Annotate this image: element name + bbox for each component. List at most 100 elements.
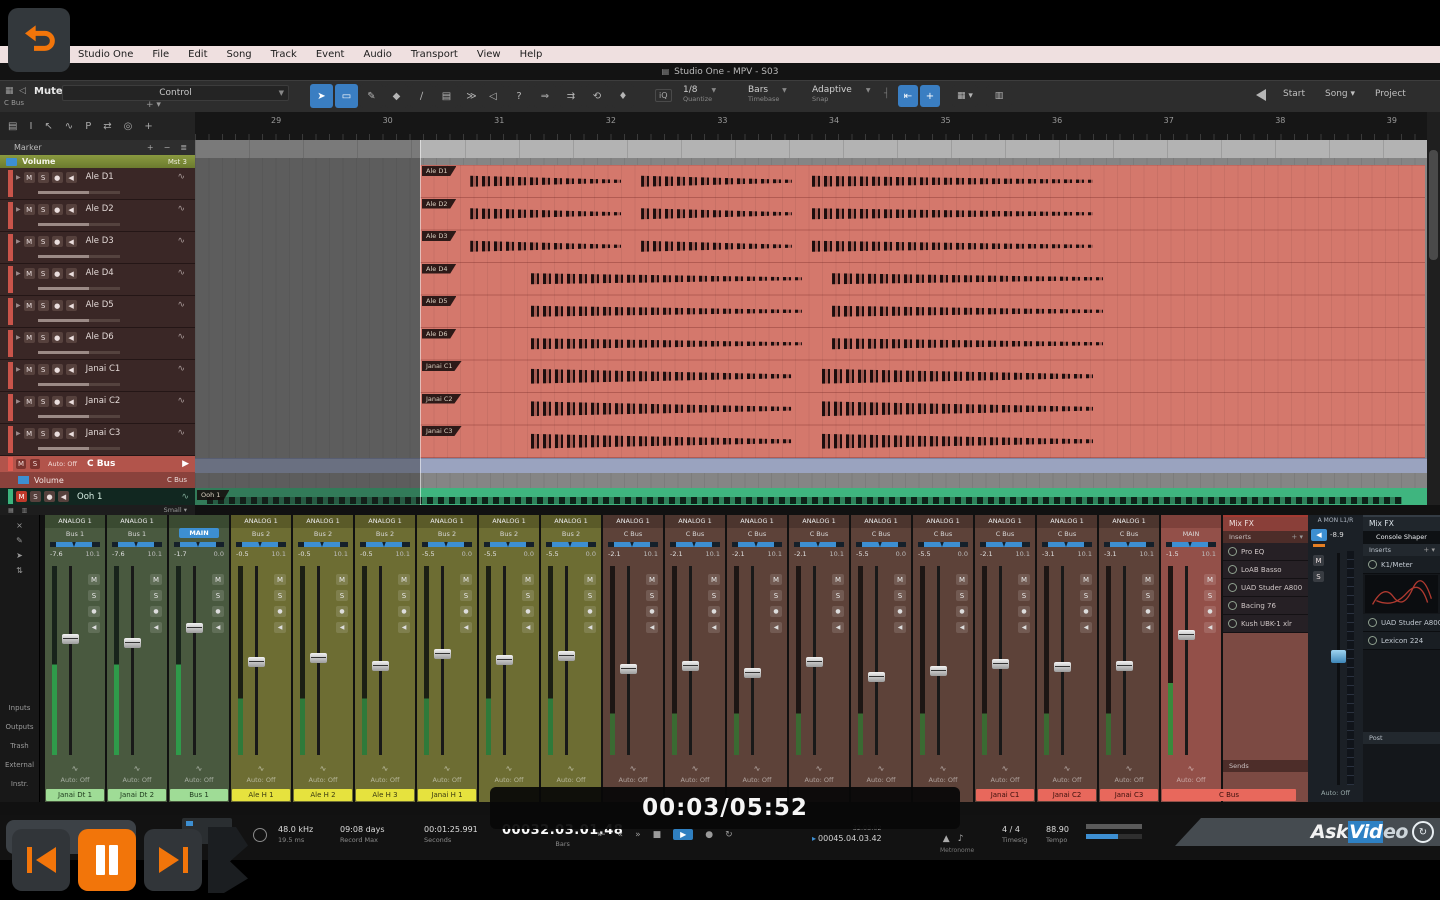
- tempo-display[interactable]: 88.90Tempo: [1046, 825, 1069, 844]
- track-monitor-button[interactable]: ◀: [66, 332, 77, 343]
- channel-solo-button[interactable]: S: [460, 590, 472, 601]
- channel-input-label[interactable]: [169, 515, 229, 528]
- menu-item[interactable]: Audio: [363, 49, 391, 60]
- track-monitor-button[interactable]: ◀: [66, 428, 77, 439]
- plugin-power-icon[interactable]: [1228, 583, 1237, 592]
- channel-fader[interactable]: [317, 566, 320, 755]
- channel-input-label[interactable]: ANALOG 1: [355, 515, 415, 528]
- mixer-channel-strip[interactable]: ANALOG 1 C Bus -3.1 10.1 M: [1099, 515, 1159, 802]
- track-mute-button[interactable]: M: [24, 300, 35, 311]
- automation-wave-icon[interactable]: ∿: [177, 364, 185, 374]
- fader-cap[interactable]: [558, 651, 575, 661]
- channel-volume-value[interactable]: -2.1: [608, 550, 621, 562]
- channel-automation-icon[interactable]: ∿: [107, 761, 167, 776]
- mixer-channel-strip[interactable]: ANALOG 1 Bus 2 -5.5 0.0 M S: [541, 515, 601, 802]
- mixer-bank-label[interactable]: Inputs: [0, 704, 39, 712]
- channel-record-button[interactable]: ●: [894, 606, 906, 617]
- track-solo-button[interactable]: S: [30, 491, 41, 502]
- track-mute-button[interactable]: M: [24, 172, 35, 183]
- tool-button[interactable]: ▤: [435, 84, 458, 108]
- channel-output-label[interactable]: C Bus: [789, 528, 849, 540]
- automation-wave-icon[interactable]: ∿: [181, 492, 189, 502]
- fader-cap[interactable]: [310, 653, 327, 663]
- mixer-channel-strip[interactable]: ANALOG 1 Bus 2 -0.5 10.1 M: [231, 515, 291, 802]
- mixer-channel-strip[interactable]: ANALOG 1 C Bus -5.5 0.0 M S: [913, 515, 973, 802]
- channel-record-button[interactable]: ●: [150, 606, 162, 617]
- plugin-power-icon[interactable]: [1228, 565, 1237, 574]
- channel-solo-button[interactable]: S: [894, 590, 906, 601]
- channel-automation-icon[interactable]: ∿: [541, 761, 601, 776]
- channel-input-label[interactable]: ANALOG 1: [45, 515, 105, 528]
- audio-clip[interactable]: Janai C3: [420, 425, 1425, 458]
- channel-pan-slider[interactable]: [417, 540, 477, 550]
- fader-cap[interactable]: [806, 657, 823, 667]
- channel-output-label[interactable]: C Bus: [665, 528, 725, 540]
- track-monitor-button[interactable]: ◀: [58, 491, 69, 502]
- transport-button[interactable]: ⇤: [598, 830, 606, 840]
- transport-button[interactable]: «: [618, 830, 624, 840]
- channel-automation-mode[interactable]: Auto: Off: [417, 776, 477, 788]
- channel-solo-button[interactable]: S: [88, 590, 100, 601]
- channel-output-label[interactable]: C Bus: [975, 528, 1035, 540]
- track-volume-slider[interactable]: [38, 383, 120, 386]
- channel-automation-mode[interactable]: Auto: Off: [169, 776, 229, 788]
- track-monitor-button[interactable]: ◀: [66, 204, 77, 215]
- channel-monitor-button[interactable]: ◀: [460, 622, 472, 633]
- channel-output-label[interactable]: C Bus: [1099, 528, 1159, 540]
- automation-wave-icon[interactable]: ∿: [177, 428, 185, 438]
- expand-arrow-icon[interactable]: ▶: [16, 334, 21, 341]
- plugin-power-icon[interactable]: [1228, 547, 1237, 556]
- channel-mute-button[interactable]: M: [708, 574, 720, 585]
- channel-solo-button[interactable]: S: [398, 590, 410, 601]
- channel-automation-icon[interactable]: ∿: [851, 761, 911, 776]
- channel-volume-value[interactable]: -3.1: [1104, 550, 1117, 562]
- channel-name-tag[interactable]: Janai H 1: [418, 789, 476, 801]
- channel-monitor-button[interactable]: ◀: [1142, 622, 1154, 633]
- track-name[interactable]: Ale D3: [86, 236, 175, 246]
- channel-fader[interactable]: [1185, 566, 1188, 755]
- console-shaper-device[interactable]: Console Shaper: [1363, 531, 1440, 544]
- plugin-power-icon[interactable]: [1368, 618, 1377, 627]
- view-button[interactable]: ▥: [986, 85, 1012, 107]
- channel-automation-icon[interactable]: ∿: [789, 761, 849, 776]
- timesig-display[interactable]: 4 / 4Timesig: [1002, 825, 1027, 844]
- insert-plugin-slot[interactable]: K1/Meter: [1363, 556, 1440, 574]
- expand-arrow-icon[interactable]: ▶: [16, 398, 21, 405]
- track-record-button[interactable]: ●: [52, 300, 63, 311]
- track-record-button[interactable]: ●: [44, 491, 55, 502]
- main-solo-button[interactable]: S: [1313, 571, 1324, 582]
- tool-button[interactable]: ◆: [385, 84, 408, 108]
- snap-dropdown[interactable]: Adaptive▼ Snap: [812, 85, 870, 103]
- mixer-panel-icon[interactable]: ✎: [0, 536, 39, 545]
- channel-solo-button[interactable]: S: [832, 590, 844, 601]
- audio-track[interactable]: ▶ M S ● ◀ Ale D2 ∿: [0, 200, 195, 232]
- zoom-button[interactable]: +: [920, 85, 940, 107]
- mixer-channel-strip[interactable]: ANALOG 1 C Bus -2.1 10.1 M: [789, 515, 849, 802]
- quantize-dropdown[interactable]: 1/8▼ Quantize: [683, 85, 716, 103]
- mixer-channel-strip[interactable]: MAIN -1.5 10.1 M S ●: [1161, 515, 1221, 802]
- channel-name-tag[interactable]: Ale H 1: [232, 789, 290, 801]
- grid-icon[interactable]: ▦: [5, 86, 14, 96]
- channel-automation-mode[interactable]: Auto: Off: [975, 776, 1035, 788]
- menu-item[interactable]: View: [477, 49, 501, 60]
- plugin-power-icon[interactable]: [1228, 601, 1237, 610]
- track-list-tool-icon[interactable]: ↖: [44, 121, 52, 132]
- channel-name-tag[interactable]: Janai Dt 1: [46, 789, 104, 801]
- channel-output-label[interactable]: Bus 2: [231, 528, 291, 540]
- track-name[interactable]: Ale D1: [86, 172, 175, 182]
- channel-monitor-button[interactable]: ◀: [398, 622, 410, 633]
- channel-solo-button[interactable]: S: [212, 590, 224, 601]
- channel-mute-button[interactable]: M: [584, 574, 596, 585]
- track-volume-slider[interactable]: [38, 191, 120, 194]
- expand-arrow-icon[interactable]: ▶: [16, 174, 21, 181]
- metronome-control[interactable]: ▲♪ Metronome: [940, 826, 974, 854]
- channel-volume-value[interactable]: -2.1: [670, 550, 683, 562]
- bus-solo-button[interactable]: S: [30, 459, 40, 469]
- channel-solo-button[interactable]: S: [584, 590, 596, 601]
- track-list-tool-icon[interactable]: ◎: [124, 121, 133, 132]
- track-mute-button[interactable]: M: [24, 428, 35, 439]
- channel-volume-value[interactable]: -5.5: [422, 550, 435, 562]
- automation-wave-icon[interactable]: ∿: [177, 236, 185, 246]
- seconds-display[interactable]: 00:01:25.991Seconds: [424, 825, 478, 844]
- mixer-bank-label[interactable]: Trash: [0, 742, 39, 750]
